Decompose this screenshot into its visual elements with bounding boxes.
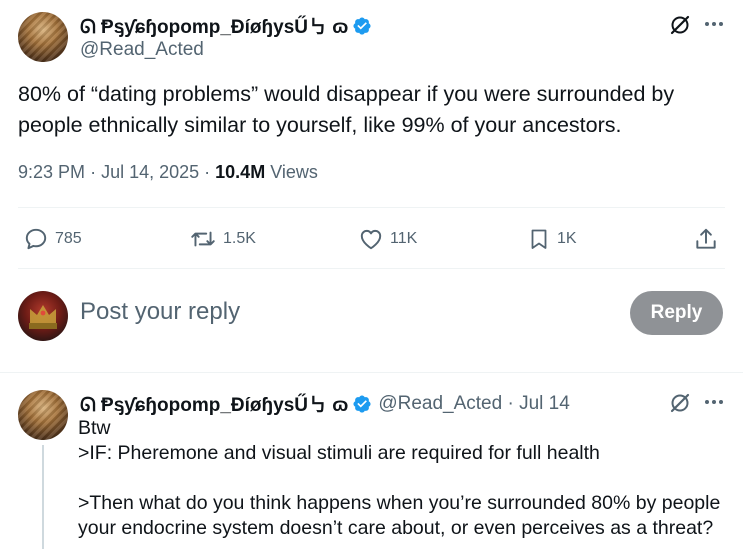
share-icon[interactable]: [693, 226, 719, 252]
verified-badge-icon: [353, 16, 371, 35]
reply-date[interactable]: Jul 14: [519, 393, 570, 415]
bookmark-icon: [531, 229, 547, 249]
views-count: 10.4M: [215, 162, 266, 182]
current-user-avatar[interactable]: [18, 291, 68, 341]
like-stat-button[interactable]: 11K: [358, 226, 417, 252]
more-options-icon[interactable]: [703, 16, 725, 32]
post-meta: 9:23 PM · Jul 14, 2025 · 10.4M Views: [18, 162, 318, 183]
verified-badge-icon: [353, 394, 371, 413]
crown-icon: [29, 305, 57, 329]
repost-icon: [191, 231, 215, 247]
meta-separator: ·: [90, 162, 102, 182]
reply-button[interactable]: Reply: [630, 291, 723, 335]
meta-separator: ·: [502, 392, 520, 414]
views-label: Views: [270, 162, 318, 182]
grok-icon[interactable]: [668, 13, 692, 37]
repost-count: 1.5K: [223, 230, 256, 247]
reply-count: 785: [55, 230, 82, 247]
reply-author-display-name[interactable]: ᘏ Ᵽᶊƴɕɧopomp_ĐíøɧysŰ㇉ ɷ: [80, 390, 348, 417]
author-avatar[interactable]: [18, 12, 68, 62]
reply-stat-button[interactable]: 785: [23, 226, 82, 252]
divider: [0, 372, 743, 373]
reply-icon: [25, 228, 47, 250]
reply-input[interactable]: Post your reply: [80, 298, 240, 326]
bookmark-count: 1K: [557, 230, 577, 247]
reply-author-avatar[interactable]: [18, 390, 68, 440]
like-count: 11K: [390, 230, 418, 247]
meta-separator: ·: [204, 162, 216, 182]
author-display-name[interactable]: ᘏ Ᵽᶊƴɕɧopomp_ĐíøɧysŰ㇉ ɷ: [80, 12, 348, 39]
repost-stat-button[interactable]: 1.5K: [189, 226, 256, 252]
grok-icon[interactable]: [668, 391, 692, 415]
thread-line: [42, 445, 44, 549]
divider: [18, 207, 725, 208]
reply-name-row: ᘏ Ᵽᶊƴɕɧopomp_ĐíøɧysŰ㇉ ɷ @Read_Acted · Ju…: [80, 390, 570, 417]
reply-text: Btw >IF: Pheremone and visual stimuli ar…: [78, 417, 721, 539]
more-options-icon[interactable]: [703, 394, 725, 410]
heart-icon: [360, 229, 382, 250]
post-date[interactable]: Jul 14, 2025: [101, 162, 199, 182]
divider: [18, 268, 725, 269]
post-time[interactable]: 9:23 PM: [18, 162, 85, 182]
author-handle[interactable]: @Read_Acted: [80, 39, 204, 61]
post-text: 80% of “dating problems” would disappear…: [18, 82, 675, 137]
bookmark-stat-button[interactable]: 1K: [527, 226, 577, 252]
reply-author-handle[interactable]: @Read_Acted: [378, 393, 502, 415]
author-name-row: ᘏ Ᵽᶊƴɕɧopomp_ĐíøɧysŰ㇉ ɷ: [80, 12, 372, 39]
